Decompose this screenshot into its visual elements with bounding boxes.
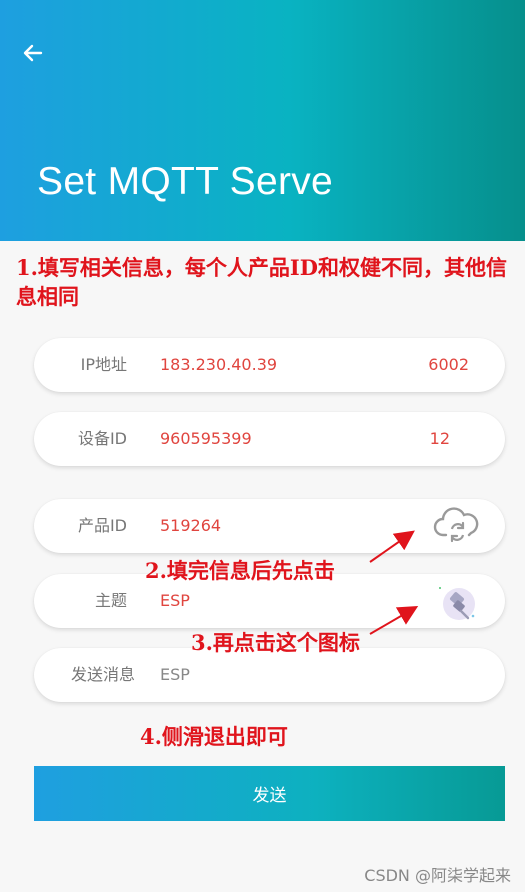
product-row: 产品ID 519264 [34,499,505,553]
cloud-sync-icon [433,507,479,543]
app-header: Set MQTT Serve [0,0,525,241]
pin-button[interactable] [435,580,479,628]
ip-label: IP地址 [80,355,127,374]
back-arrow-icon [23,44,43,62]
device-extra-field[interactable]: 12 [380,412,450,466]
ip-field[interactable]: 183.230.40.39 [160,338,390,392]
topic-label: 主题 [94,591,127,610]
device-row: 设备ID 960595399 12 [34,412,505,466]
page-title: Set MQTT Serve [37,160,334,203]
product-id-field[interactable]: 519264 [160,499,390,553]
annotation-step-3: 3.再点击这个图标 [191,630,360,655]
device-id-label: 设备ID [77,429,127,448]
pin-icon [439,587,475,620]
device-id-field[interactable]: 960595399 [160,412,390,466]
send-button[interactable]: 发送 [34,766,505,821]
annotation-step-4: 4.侧滑退出即可 [140,724,288,749]
back-button[interactable] [18,38,48,68]
product-id-label: 产品ID [77,516,127,535]
cloud-sync-button[interactable] [433,505,481,549]
message-label: 发送消息 [70,665,135,684]
ip-row: IP地址 183.230.40.39 6002 [34,338,505,392]
annotation-step-2: 2.填完信息后先点击 [145,558,335,583]
port-field[interactable]: 6002 [399,338,469,392]
watermark: CSDN @阿柒学起来 [364,866,511,885]
annotation-step-1: 1.填写相关信息，每个人产品ID和权健不同，其他信息相同 [16,255,507,309]
